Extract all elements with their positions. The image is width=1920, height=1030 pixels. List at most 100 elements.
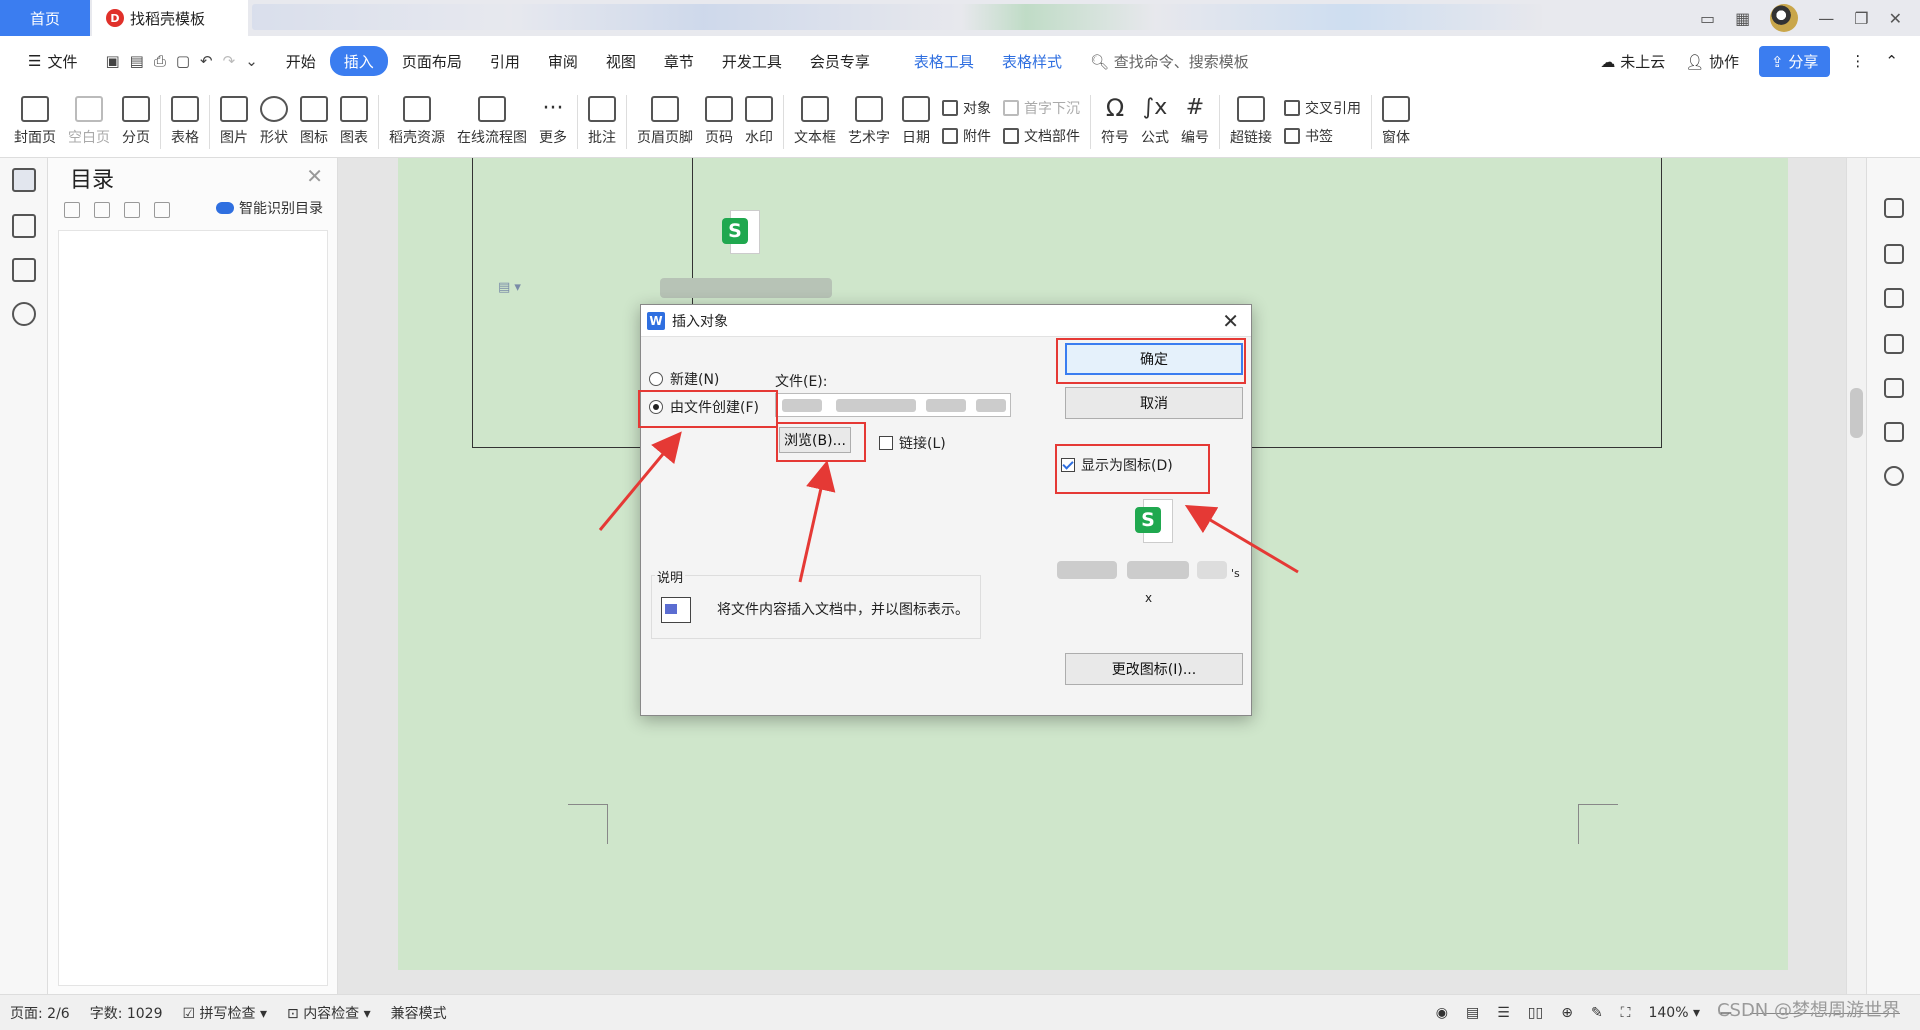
share-button[interactable]: ⇪ 分享 <box>1759 45 1831 77</box>
menu-member[interactable]: 会员专享 <box>796 46 884 76</box>
cancel-button[interactable]: 取消 <box>1065 387 1243 419</box>
picture-button[interactable]: 图片 <box>214 89 254 155</box>
header-footer-button[interactable]: 页眉页脚 <box>631 89 699 155</box>
collapse-icon[interactable] <box>94 202 110 218</box>
preview-icon[interactable]: ▢ <box>176 52 190 70</box>
grid-icon[interactable]: ▦ <box>1735 9 1750 28</box>
smart-toc-button[interactable]: 智能识别目录 <box>216 198 323 218</box>
menu-insert[interactable]: 插入 <box>329 46 388 76</box>
eye-protection-icon[interactable]: ◉ <box>1436 1005 1448 1021</box>
fit-icon[interactable]: ⛶ <box>1621 1005 1631 1021</box>
page-view-icon[interactable]: ▤ <box>1466 1005 1479 1021</box>
menu-table-tools[interactable]: 表格工具 <box>900 46 988 76</box>
shape-button[interactable]: 形状 <box>254 89 294 155</box>
outline-view-icon[interactable]: ☰ <box>1497 1005 1510 1021</box>
redo-icon[interactable]: ↷ <box>223 52 236 70</box>
close-panel-icon[interactable]: ✕ <box>306 164 323 188</box>
comment-button[interactable]: 批注 <box>582 89 622 155</box>
menu-start[interactable]: 开始 <box>272 46 330 76</box>
attachment-button[interactable]: 附件 <box>942 126 991 146</box>
flowchart-button[interactable]: 在线流程图 <box>451 89 533 155</box>
table-button[interactable]: 表格 <box>165 89 205 155</box>
object-button[interactable]: 对象 <box>942 98 991 118</box>
restore-icon[interactable]: ❐ <box>1854 9 1868 28</box>
menu-review[interactable]: 审阅 <box>534 46 592 76</box>
chapter-icon[interactable] <box>12 214 36 238</box>
save-icon[interactable]: ▣ <box>105 52 119 70</box>
expand-icon[interactable] <box>64 202 80 218</box>
remove-level-icon[interactable] <box>154 202 170 218</box>
window-form-button[interactable]: 窗体 <box>1376 89 1416 155</box>
menu-view[interactable]: 视图 <box>592 46 650 76</box>
cloud-status[interactable]: ☁ 未上云 <box>1600 51 1665 72</box>
write-mode-icon[interactable]: ✎ <box>1591 1005 1603 1021</box>
dropcap-button[interactable]: 首字下沉 <box>1003 98 1080 118</box>
date-button[interactable]: 日期 <box>896 89 936 155</box>
avatar[interactable] <box>1770 4 1799 32</box>
find-icon[interactable] <box>12 302 36 326</box>
settings-sliders-icon[interactable] <box>1884 288 1904 308</box>
ai-assistant-icon[interactable] <box>1884 466 1904 486</box>
change-icon-button[interactable]: 更改图标(I)... <box>1065 653 1243 685</box>
page-indicator[interactable]: 页面: 2/6 <box>10 1003 70 1023</box>
symbol-button[interactable]: Ω 符号 <box>1095 89 1135 155</box>
collapse-ribbon-icon[interactable]: ⌃ <box>1885 52 1898 70</box>
command-search[interactable]: 🔍︎ 查找命令、搜索模板 <box>1076 51 1263 72</box>
close-window-icon[interactable]: ✕ <box>1889 9 1902 28</box>
watermark-button[interactable]: 水印 <box>739 89 779 155</box>
zoom-level[interactable]: 140% ▾ <box>1648 1005 1700 1021</box>
file-path-input[interactable] <box>775 393 1011 417</box>
docer-resources-button[interactable]: 稻壳资源 <box>383 89 451 155</box>
tab-home[interactable]: 首页 <box>0 0 90 36</box>
docparts-button[interactable]: 文档部件 <box>1003 126 1080 146</box>
link-checkbox[interactable]: 链接(L) <box>879 433 946 453</box>
collab-button[interactable]: 👤︎ 协作 <box>1685 51 1739 72</box>
crossref-button[interactable]: 交叉引用 <box>1284 98 1361 118</box>
menu-references[interactable]: 引用 <box>476 46 534 76</box>
dialog-close-icon[interactable]: ✕ <box>1222 309 1239 333</box>
content-check-button[interactable]: ⊡ 内容检查 ▾ <box>287 1003 371 1023</box>
bookmark-button[interactable]: 书签 <box>1284 126 1361 146</box>
radio-create-new[interactable]: 新建(N) <box>649 369 719 389</box>
page-break-button[interactable]: 分页 <box>116 89 156 155</box>
formula-button[interactable]: ∫x 公式 <box>1135 89 1175 155</box>
more-button[interactable]: ··· 更多 <box>533 89 573 155</box>
word-count[interactable]: 字数: 1029 <box>90 1003 163 1023</box>
more-menu-icon[interactable]: ⋮ <box>1850 52 1865 70</box>
blank-page-button[interactable]: 空白页 <box>62 89 116 155</box>
menu-file[interactable]: ☰ 文件 <box>14 46 91 76</box>
tab-docer[interactable]: D 找稻壳模板 <box>92 0 248 36</box>
spell-check-button[interactable]: ☑ 拼写检查 ▾ <box>183 1003 268 1023</box>
print-icon[interactable]: ⎙ <box>154 52 166 70</box>
menu-developer[interactable]: 开发工具 <box>708 46 796 76</box>
chart-button[interactable]: 图表 <box>334 89 374 155</box>
menu-table-style[interactable]: 表格样式 <box>988 46 1076 76</box>
scroll-thumb[interactable] <box>1850 388 1863 438</box>
wordart-button[interactable]: 艺术字 <box>842 89 896 155</box>
web-view-icon[interactable]: ⊕ <box>1561 1005 1573 1021</box>
bookmark-panel-icon[interactable] <box>12 258 36 282</box>
textbox-button[interactable]: 文本框 <box>788 89 842 155</box>
page-number-button[interactable]: 页码 <box>699 89 739 155</box>
layout-icon[interactable]: ▭ <box>1700 9 1715 28</box>
embedded-spreadsheet-icon[interactable]: S <box>722 210 760 256</box>
rocket-icon[interactable] <box>1884 198 1904 218</box>
add-level-icon[interactable] <box>124 202 140 218</box>
numbering-button[interactable]: # 编号 <box>1175 89 1215 155</box>
pen-icon[interactable] <box>1884 244 1904 264</box>
vertical-scrollbar[interactable] <box>1846 158 1866 994</box>
icon-button[interactable]: 图标 <box>294 89 334 155</box>
minimize-icon[interactable]: — <box>1818 9 1834 28</box>
image-tool-icon[interactable] <box>1884 422 1904 442</box>
reading-view-icon[interactable]: ▯▯ <box>1528 1005 1543 1021</box>
hyperlink-button[interactable]: 超链接 <box>1224 89 1278 155</box>
cursor-icon[interactable] <box>1884 334 1904 354</box>
toc-icon[interactable] <box>12 168 36 192</box>
menu-section[interactable]: 章节 <box>650 46 708 76</box>
undo-icon[interactable]: ↶ <box>200 52 213 70</box>
menu-page-layout[interactable]: 页面布局 <box>388 46 476 76</box>
paste-options-icon[interactable]: ▤ ▾ <box>498 280 521 295</box>
translate-icon[interactable] <box>1884 378 1904 398</box>
customize-icon[interactable]: ⌄ <box>245 52 258 70</box>
cover-button[interactable]: 封面页 <box>8 89 62 155</box>
